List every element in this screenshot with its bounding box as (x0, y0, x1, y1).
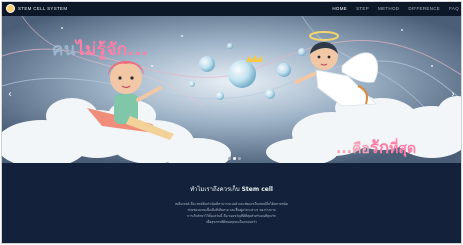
page-frame: STEM CELL SYSTEM HOME STEP METHOD DIFFER… (1, 1, 462, 244)
hero-slider: คนไม่รู้จัก... ...คือรักที่สุด ‹ › (2, 16, 461, 163)
logo[interactable]: STEM CELL SYSTEM (6, 4, 67, 13)
hero-headline-right-prefix: ...คือ (336, 141, 370, 157)
section-body-line: เพื่อสุขภาพที่ดีของทุกคนในครอบครัว (206, 220, 257, 224)
nav-item-method[interactable]: METHOD (378, 6, 399, 11)
hero-headline-right-suffix: ที่สุด (389, 141, 417, 157)
section-title: ทำไมเราถึงควรเก็บ Stem cell (2, 184, 461, 194)
hero-headline-right: ...คือรักที่สุด (336, 134, 416, 161)
hero-headline-left-rest: ไม่รู้จัก... (76, 40, 149, 60)
main-nav: HOME STEP METHOD DIFFERENCE FAQ (332, 6, 459, 11)
logo-text: STEM CELL SYSTEM (18, 6, 68, 11)
nav-item-home[interactable]: HOME (332, 6, 347, 11)
chevron-left-icon[interactable]: ‹ (8, 90, 12, 100)
slider-dot-active[interactable] (233, 157, 236, 160)
nav-item-step[interactable]: STEP (356, 6, 369, 11)
hero-headline-left: คนไม่รู้จัก... (52, 36, 149, 63)
slider-dots (228, 157, 241, 160)
slider-dot[interactable] (228, 157, 231, 160)
nav-item-difference[interactable]: DIFFERENCE (408, 6, 440, 11)
section-title-strong: Stem cell (241, 186, 273, 193)
why-section: ทำไมเราถึงควรเก็บ Stem cell สเต็มเซลล์ ค… (2, 163, 461, 243)
section-body: สเต็มเซลล์ คือ เซลล์ต้นกำเนิดที่สามารถแบ… (2, 201, 461, 225)
slider-dot[interactable] (238, 157, 241, 160)
hero-headline-right-accent: รัก (369, 138, 390, 158)
top-nav-bar: STEM CELL SYSTEM HOME STEP METHOD DIFFER… (2, 2, 461, 16)
chevron-right-icon[interactable]: › (451, 90, 455, 100)
hero-headline-left-prefix: คน (52, 40, 76, 60)
logo-mark-icon (6, 4, 15, 13)
section-title-prefix: ทำไมเราถึงควรเก็บ (190, 186, 240, 193)
nav-item-faq[interactable]: FAQ (449, 6, 459, 11)
